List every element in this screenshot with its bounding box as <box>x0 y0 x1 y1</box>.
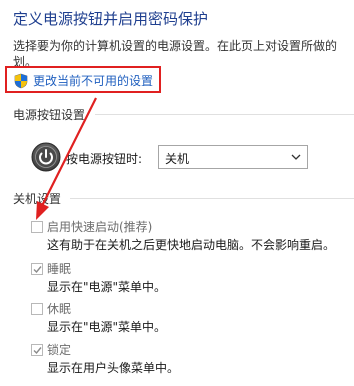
checkmark-icon <box>33 266 42 274</box>
fast-startup-label: 启用快速启动(推荐) <box>47 220 153 234</box>
lock-description: 显示在用户头像菜单中。 <box>47 361 180 375</box>
hibernate-checkbox[interactable] <box>31 303 43 315</box>
sleep-label: 睡眠 <box>47 262 72 276</box>
uac-shield-icon <box>13 73 29 89</box>
change-settings-link[interactable]: 更改当前不可用的设置 <box>13 72 153 89</box>
fast-startup-checkbox[interactable] <box>31 221 43 233</box>
change-settings-link-label[interactable]: 更改当前不可用的设置 <box>33 72 153 89</box>
page-title: 定义电源按钮并启用密码保护 <box>13 10 209 28</box>
power-button-action-value: 关机 <box>165 152 190 166</box>
lock-label: 锁定 <box>47 343 72 357</box>
power-button-section-heading: 电源按钮设置 <box>13 108 86 122</box>
hibernate-label: 休眠 <box>47 302 72 316</box>
chevron-down-icon <box>291 154 301 160</box>
page-description-line-1: 选择要为你的计算机设置的电源设置。在此页上对设置所做的 <box>13 39 338 53</box>
hibernate-description: 显示在"电源"菜单中。 <box>47 320 167 334</box>
power-button-action-label: 按电源按钮时: <box>66 152 143 166</box>
section-divider <box>70 198 354 199</box>
power-button-action-select[interactable]: 关机 <box>158 145 308 169</box>
power-options-page: 定义电源按钮并启用密码保护 选择要为你的计算机设置的电源设置。在此页上对设置所做… <box>0 0 354 386</box>
fast-startup-description: 这有助于在关机之后更快地启动电脑。不会影响重启。 <box>47 238 336 252</box>
section-divider <box>95 114 354 115</box>
shutdown-section-heading: 关机设置 <box>13 192 62 206</box>
sleep-description: 显示在"电源"菜单中。 <box>47 280 167 294</box>
sleep-checkbox[interactable] <box>31 263 43 275</box>
power-icon <box>31 142 61 172</box>
lock-checkbox[interactable] <box>31 344 43 356</box>
checkmark-icon <box>33 347 42 355</box>
